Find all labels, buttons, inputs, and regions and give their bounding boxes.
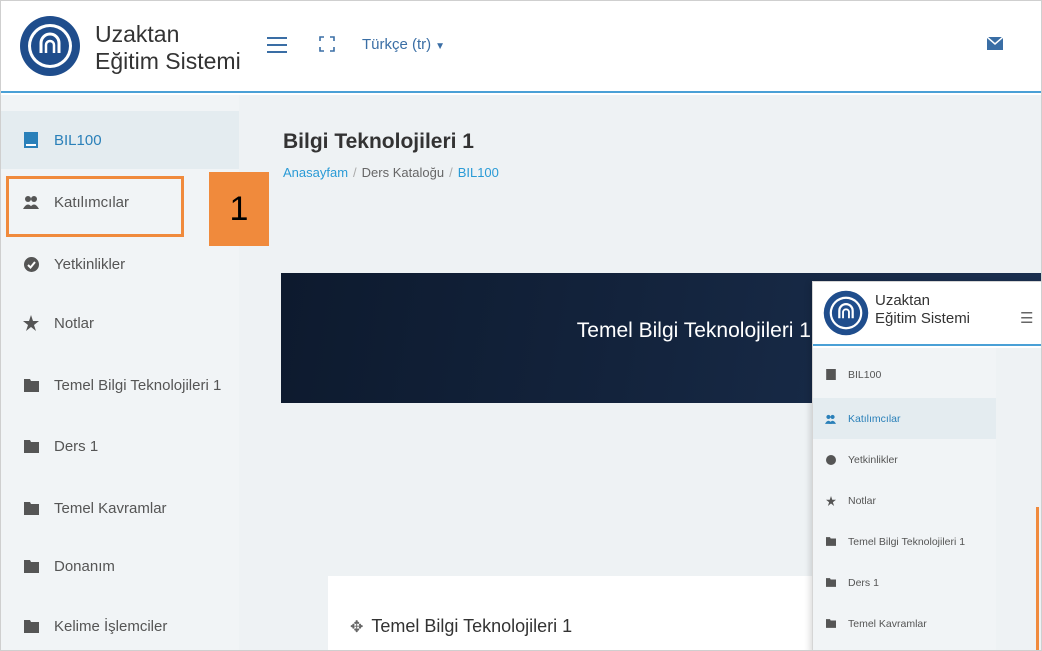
sidebar-item-label: Temel Bilgi Teknolojileri 1 [54, 376, 222, 394]
folder-icon [23, 618, 39, 634]
inset-item-label: Katılımcılar [848, 412, 901, 425]
language-label: Türkçe (tr) [362, 36, 432, 53]
inset-navbar: Uzaktan Eğitim Sistemi ☰ [813, 282, 1041, 346]
sidebar-item-label: Temel Kavramlar [54, 499, 167, 517]
fullscreen-icon[interactable] [319, 36, 335, 52]
check-circle-icon [825, 454, 836, 465]
sidebar-item-ders-1[interactable]: Ders 1 [1, 417, 239, 475]
folder-icon [23, 500, 39, 516]
inset-highlight-edge [1036, 507, 1039, 650]
inset-item-label: Notlar [848, 494, 877, 507]
book-icon [825, 369, 836, 380]
sidebar-item-temel-kavramlar[interactable]: Temel Kavramlar [1, 479, 239, 537]
inset-item-yetkinlikler: Yetkinlikler [813, 439, 996, 480]
hamburger-icon: ☰ [1020, 310, 1034, 327]
inset-item-katilimcilar: Katılımcılar [813, 398, 996, 439]
inset-brand-line-1: Uzaktan [875, 292, 931, 309]
sidebar-item-kelime-islemciler[interactable]: Kelime İşlemciler [1, 597, 239, 650]
sidebar-item-label: Yetkinlikler [54, 255, 126, 273]
users-icon [825, 413, 836, 424]
inset-item-notlar: Notlar [813, 480, 996, 521]
folder-icon [825, 536, 836, 547]
breadcrumb-separator: / [449, 165, 453, 180]
sidebar-item-notlar[interactable]: Notlar [1, 294, 239, 352]
language-selector[interactable]: Türkçe (tr) ▼ [362, 36, 445, 53]
sidebar-item-label: BIL100 [54, 131, 102, 149]
inset-item-label: Yetkinlikler [848, 453, 898, 466]
section-card: ✥ Temel Bilgi Teknolojileri 1 [328, 576, 828, 650]
brand-line-1: Uzaktan [95, 21, 180, 47]
inset-item-label: BIL100 [848, 368, 882, 381]
check-circle-icon [23, 256, 39, 272]
inset-item-ders-1: Ders 1 [813, 562, 996, 603]
callout-number: 1 [209, 172, 269, 246]
folder-icon [23, 558, 39, 574]
inset-brand: Uzaktan Eğitim Sistemi [875, 292, 970, 328]
folder-icon [23, 438, 39, 454]
top-navbar: Uzaktan Eğitim Sistemi Türkçe (tr) ▼ [1, 1, 1041, 93]
inset-screenshot: Uzaktan Eğitim Sistemi ☰ BIL100 Katılımc… [812, 281, 1041, 650]
banner-title: Temel Bilgi Teknolojileri 1 [576, 319, 811, 342]
breadcrumb-course[interactable]: BIL100 [458, 165, 499, 180]
inset-item-label: Temel Kavramlar [848, 617, 927, 630]
brand-line-2: Eğitim Sistemi [95, 48, 241, 74]
inset-item-temel-kavramlar: Temel Kavramlar [813, 603, 996, 644]
sidebar-item-bil100[interactable]: BIL100 [1, 111, 239, 169]
inset-brand-line-2: Eğitim Sistemi [875, 310, 971, 327]
section-title-text: Temel Bilgi Teknolojileri 1 [371, 616, 573, 636]
highlight-box [6, 176, 184, 237]
hamburger-icon[interactable] [267, 37, 287, 53]
folder-icon [825, 577, 836, 588]
section-title[interactable]: ✥ Temel Bilgi Teknolojileri 1 [350, 616, 572, 637]
inset-item-label: Ders 1 [848, 576, 879, 589]
sidebar-item-label: Notlar [54, 314, 95, 332]
inset-item-label: Temel Bilgi Teknolojileri 1 [848, 535, 966, 548]
sidebar-item-label: Donanım [54, 557, 115, 575]
inset-item-temel-bilgi: Temel Bilgi Teknolojileri 1 [813, 521, 996, 562]
inset-sidebar: BIL100 Katılımcılar Yetkinlikler Notlar … [813, 348, 996, 650]
university-logo [823, 290, 869, 336]
sidebar-item-donanim[interactable]: Donanım [1, 537, 239, 595]
sidebar-item-label: Kelime İşlemciler [54, 617, 168, 635]
folder-icon [825, 618, 836, 629]
university-logo[interactable] [19, 15, 81, 77]
folder-icon [23, 377, 39, 393]
book-icon [23, 132, 39, 148]
caret-down-icon: ▼ [435, 41, 446, 52]
breadcrumb: Anasayfam / Ders Kataloğu / BIL100 [283, 165, 499, 180]
sidebar-item-yetkinlikler[interactable]: Yetkinlikler [1, 235, 239, 293]
mail-icon[interactable] [987, 37, 1003, 50]
page-title: Bilgi Teknolojileri 1 [283, 130, 474, 153]
breadcrumb-separator: / [353, 165, 357, 180]
sidebar-item-temel-bilgi[interactable]: Temel Bilgi Teknolojileri 1 [1, 356, 239, 414]
sidebar-item-label: Ders 1 [54, 437, 99, 455]
brand-title: Uzaktan Eğitim Sistemi [95, 21, 241, 75]
star-icon [23, 315, 39, 331]
inset-item-bil100: BIL100 [813, 354, 996, 395]
star-icon [825, 495, 836, 506]
breadcrumb-home[interactable]: Anasayfam [283, 165, 348, 180]
app-window: Uzaktan Eğitim Sistemi Türkçe (tr) ▼ BIL1… [0, 0, 1042, 651]
breadcrumb-catalog[interactable]: Ders Kataloğu [362, 165, 444, 180]
move-icon[interactable]: ✥ [350, 619, 363, 636]
